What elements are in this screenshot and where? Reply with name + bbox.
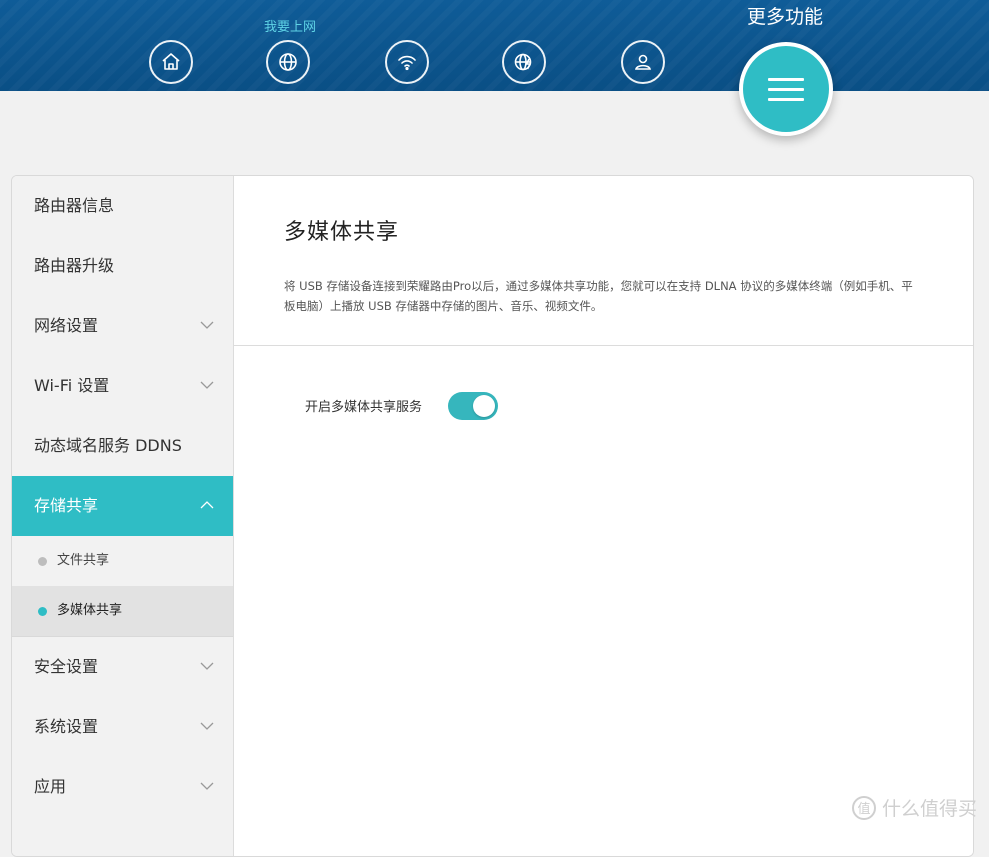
- sidebar-item-label: 存储共享: [34, 496, 99, 515]
- globe-lightning-icon[interactable]: [502, 40, 546, 84]
- sidebar-item-router-upgrade[interactable]: 路由器升级: [12, 236, 233, 296]
- sidebar-subitem-label: 多媒体共享: [57, 603, 123, 618]
- chevron-down-icon: [200, 321, 214, 329]
- watermark-text: 什么值得买: [881, 798, 977, 820]
- menu-icon: [768, 71, 804, 108]
- sidebar-item-storage-sharing[interactable]: 存储共享: [12, 476, 233, 536]
- sidebar-item-label: Wi-Fi 设置: [34, 376, 110, 395]
- sidebar-item-router-info[interactable]: 路由器信息: [12, 176, 233, 236]
- settings-panel: 路由器信息 路由器升级 网络设置 Wi-Fi 设置 动态域名服务 DDNS 存储…: [11, 175, 974, 857]
- page-description: 将 USB 存储设备连接到荣耀路由Pro以后，通过多媒体共享功能，您就可以在支持…: [284, 279, 913, 313]
- chevron-up-icon: [200, 501, 214, 509]
- sidebar-item-label: 网络设置: [34, 316, 99, 335]
- sidebar-item-network-settings[interactable]: 网络设置: [12, 296, 233, 356]
- sidebar-item-label: 动态域名服务 DDNS: [34, 436, 182, 455]
- globe-icon[interactable]: [266, 40, 310, 84]
- more-functions-label: 更多功能: [746, 6, 823, 28]
- page-title: 多媒体共享: [284, 220, 400, 245]
- user-icon[interactable]: [621, 40, 665, 84]
- media-sharing-toggle[interactable]: [448, 392, 498, 420]
- sidebar-item-label: 应用: [34, 777, 67, 796]
- sidebar-subitem-media-sharing[interactable]: 多媒体共享: [12, 586, 233, 636]
- media-sharing-toggle-label: 开启多媒体共享服务: [305, 400, 423, 415]
- sidebar-item-security-settings[interactable]: 安全设置: [12, 637, 233, 697]
- chevron-down-icon: [200, 381, 214, 389]
- toggle-knob: [473, 395, 495, 417]
- sidebar-item-apps[interactable]: 应用: [12, 757, 233, 817]
- home-icon[interactable]: [149, 40, 193, 84]
- sidebar-item-system-settings[interactable]: 系统设置: [12, 697, 233, 757]
- wifi-icon[interactable]: [385, 40, 429, 84]
- watermark-logo-icon: 值: [851, 795, 876, 820]
- sidebar: 路由器信息 路由器升级 网络设置 Wi-Fi 设置 动态域名服务 DDNS 存储…: [12, 176, 234, 856]
- chevron-down-icon: [200, 722, 214, 730]
- main-content: 多媒体共享 将 USB 存储设备连接到荣耀路由Pro以后，通过多媒体共享功能，您…: [234, 176, 973, 856]
- bullet-dot-icon: [38, 557, 47, 566]
- more-functions-button[interactable]: [739, 42, 833, 136]
- bullet-dot-icon: [38, 607, 47, 616]
- sidebar-item-label: 路由器升级: [34, 256, 115, 275]
- nav-active-label: 我要上网: [263, 20, 316, 35]
- sidebar-item-label: 路由器信息: [34, 196, 115, 215]
- sidebar-item-wifi-settings[interactable]: Wi-Fi 设置: [12, 356, 233, 416]
- chevron-down-icon: [200, 782, 214, 790]
- sidebar-item-label: 系统设置: [34, 717, 99, 736]
- chevron-down-icon: [200, 662, 214, 670]
- sidebar-item-ddns[interactable]: 动态域名服务 DDNS: [12, 416, 233, 476]
- watermark: 值 什么值得买: [851, 794, 977, 821]
- sidebar-item-label: 安全设置: [34, 657, 99, 676]
- sidebar-subitem-label: 文件共享: [57, 553, 110, 568]
- top-nav-bar: 我要上网 更多功能: [0, 0, 989, 91]
- divider: [234, 345, 973, 346]
- sidebar-subitem-file-sharing[interactable]: 文件共享: [12, 536, 233, 586]
